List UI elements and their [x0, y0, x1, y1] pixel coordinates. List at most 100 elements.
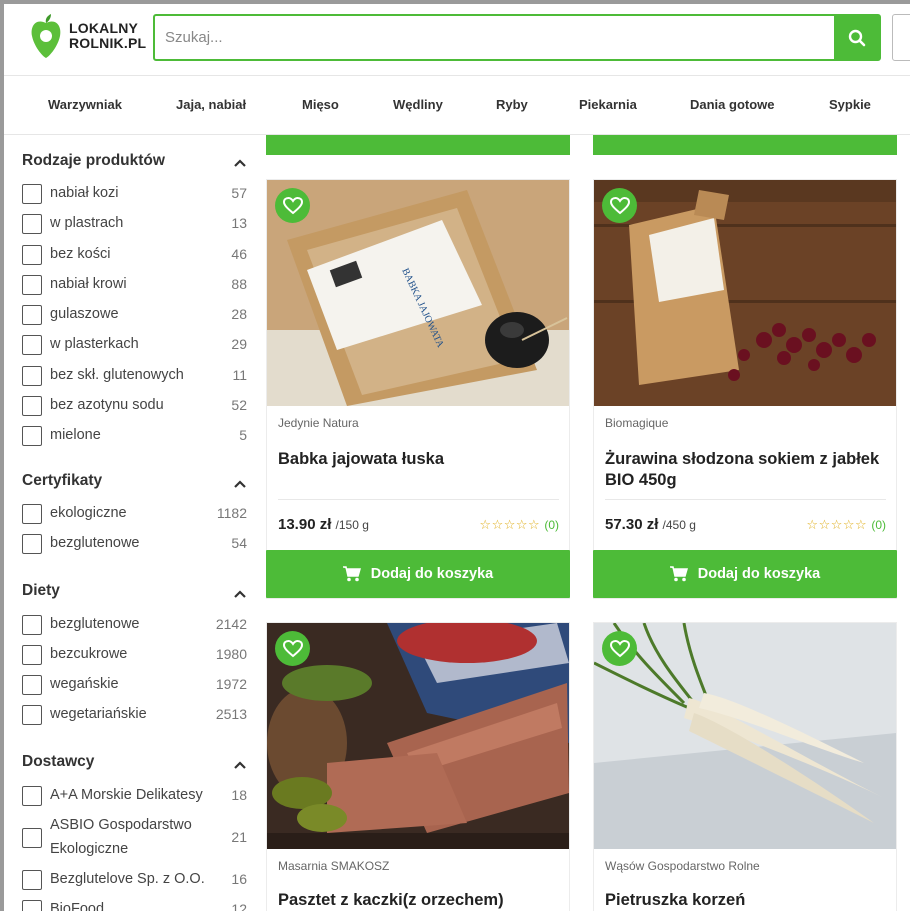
product-image[interactable] [594, 180, 896, 406]
logo-wordmark: LOKALNY ROLNIK.PL [69, 21, 146, 51]
nav-item-ryby[interactable]: Ryby [496, 97, 528, 112]
checkbox[interactable] [22, 275, 42, 295]
add-to-cart-button[interactable] [593, 135, 897, 155]
checkbox[interactable] [22, 245, 42, 265]
product-image[interactable] [594, 623, 896, 849]
checkbox[interactable] [22, 426, 42, 446]
filter-option[interactable]: ASBIO Gospodarstwo Ekologiczne 21 [22, 814, 247, 862]
nav-item-dania-gotowe[interactable]: Dania gotowe [690, 97, 775, 112]
filter-option[interactable]: nabiał kozi 57 [22, 182, 247, 206]
filter-option[interactable]: wegańskie 1972 [22, 673, 247, 697]
product-card[interactable]: Biomagique Żurawina słodzona sokiem z ja… [593, 179, 897, 599]
checkbox[interactable] [22, 786, 42, 806]
rating-stars[interactable]: ☆☆☆☆☆ (0) [806, 517, 886, 533]
nav-item-piekarnia[interactable]: Piekarnia [579, 97, 637, 112]
add-to-cart-button[interactable]: Dodaj do koszyka [593, 550, 897, 598]
nav-item-mieso[interactable]: Mięso [302, 97, 339, 112]
checkbox[interactable] [22, 645, 42, 665]
product-image[interactable]: BABKA JAJOWATA [267, 180, 569, 406]
favorite-button[interactable] [275, 631, 310, 666]
product-price: 57.30 zł /450 g [605, 516, 696, 533]
product-name[interactable]: Pietruszka korzeń [605, 890, 890, 911]
chevron-up-icon[interactable] [233, 760, 247, 770]
filter-option[interactable]: wegetariańskie 2513 [22, 703, 247, 727]
site-logo[interactable]: LOKALNY ROLNIK.PL [30, 14, 146, 58]
rating-count: (0) [544, 518, 559, 532]
search-button[interactable] [834, 16, 879, 59]
checkbox[interactable] [22, 366, 42, 386]
product-producer[interactable]: Biomagique [605, 416, 668, 430]
product-card[interactable]: Masarnia SMAKOSZ Pasztet z kaczki(z orze… [266, 622, 570, 911]
checkbox[interactable] [22, 534, 42, 554]
add-to-cart-button[interactable] [266, 135, 570, 155]
checkbox[interactable] [22, 870, 42, 890]
product-name[interactable]: Babka jajowata łuska [278, 449, 563, 470]
checkbox[interactable] [22, 396, 42, 416]
search-icon [848, 29, 865, 46]
filter-option[interactable]: nabiał krowi 88 [22, 273, 247, 297]
product-producer[interactable]: Jedynie Natura [278, 416, 359, 430]
favorite-button[interactable] [275, 188, 310, 223]
product-card[interactable]: BABKA JAJOWATA Jedynie Natura Babka jajo… [266, 179, 570, 599]
product-name[interactable]: Żurawina słodzona sokiem z jabłek BIO 45… [605, 449, 890, 491]
nav-item-sypkie[interactable]: Sypkie [829, 97, 871, 112]
filter-option[interactable]: A+A Morskie Delikatesy 18 [22, 784, 247, 808]
card-divider [605, 499, 886, 500]
add-to-cart-label: Dodaj do koszyka [697, 566, 821, 582]
filter-option-count: 88 [231, 276, 247, 292]
product-image[interactable] [267, 623, 569, 849]
nav-item-wedliny[interactable]: Wędliny [393, 97, 443, 112]
filter-option[interactable]: BioFood 12 [22, 898, 247, 911]
filter-option[interactable]: bezcukrowe 1980 [22, 643, 247, 667]
filter-option[interactable]: bezglutenowe 2142 [22, 613, 247, 637]
filter-option[interactable]: w plastrach 13 [22, 212, 247, 236]
filter-option[interactable]: gulaszowe 28 [22, 303, 247, 327]
chevron-up-icon[interactable] [233, 158, 247, 168]
price-value: 13.90 zł [278, 516, 332, 533]
filter-option[interactable]: mielone 5 [22, 424, 247, 448]
filter-option[interactable]: ekologiczne 1182 [22, 502, 247, 526]
filter-option-count: 13 [231, 215, 247, 231]
chevron-up-icon[interactable] [233, 479, 247, 489]
add-to-cart-button[interactable]: Dodaj do koszyka [266, 550, 570, 598]
search-input[interactable] [155, 16, 834, 59]
filter-option[interactable]: bezglutenowe 54 [22, 532, 247, 556]
star-icons: ☆☆☆☆☆ [479, 517, 541, 532]
checkbox[interactable] [22, 305, 42, 325]
nav-item-warzywniak[interactable]: Warzywniak [48, 97, 122, 112]
nav-item-jaja-nabial[interactable]: Jaja, nabiał [176, 97, 246, 112]
price-unit: /450 g [662, 518, 696, 532]
chevron-up-icon[interactable] [233, 589, 247, 599]
rating-stars[interactable]: ☆☆☆☆☆ (0) [479, 517, 559, 533]
rating-count: (0) [871, 518, 886, 532]
filter-option-count: 29 [231, 336, 247, 352]
filter-option-label: bezglutenowe [50, 535, 140, 551]
filter-option-count: 1182 [216, 505, 247, 521]
checkbox[interactable] [22, 335, 42, 355]
checkbox[interactable] [22, 705, 42, 725]
product-producer[interactable]: Masarnia SMAKOSZ [278, 859, 389, 873]
favorite-button[interactable] [602, 188, 637, 223]
filter-option[interactable]: bez skł. glutenowych 11 [22, 364, 247, 388]
filter-option[interactable]: bez kości 46 [22, 243, 247, 267]
product-name[interactable]: Pasztet z kaczki(z orzechem) [278, 890, 563, 911]
checkbox[interactable] [22, 214, 42, 234]
filter-option-label: mielone [50, 427, 101, 443]
checkbox[interactable] [22, 675, 42, 695]
header-account-button[interactable] [892, 14, 910, 61]
checkbox[interactable] [22, 504, 42, 524]
checkbox[interactable] [22, 900, 42, 911]
favorite-button[interactable] [602, 631, 637, 666]
price-value: 57.30 zł [605, 516, 659, 533]
heart-icon [609, 196, 630, 214]
cart-icon [342, 566, 361, 582]
filter-option-label: wegańskie [50, 676, 119, 692]
product-card[interactable]: Wąsów Gospodarstwo Rolne Pietruszka korz… [593, 622, 897, 911]
filter-option[interactable]: bez azotynu sodu 52 [22, 394, 247, 418]
checkbox[interactable] [22, 184, 42, 204]
checkbox[interactable] [22, 615, 42, 635]
filter-option[interactable]: w plasterkach 29 [22, 333, 247, 357]
filter-option[interactable]: Bezglutelove Sp. z O.O. 16 [22, 868, 247, 892]
product-producer[interactable]: Wąsów Gospodarstwo Rolne [605, 859, 760, 873]
checkbox[interactable] [22, 828, 42, 848]
